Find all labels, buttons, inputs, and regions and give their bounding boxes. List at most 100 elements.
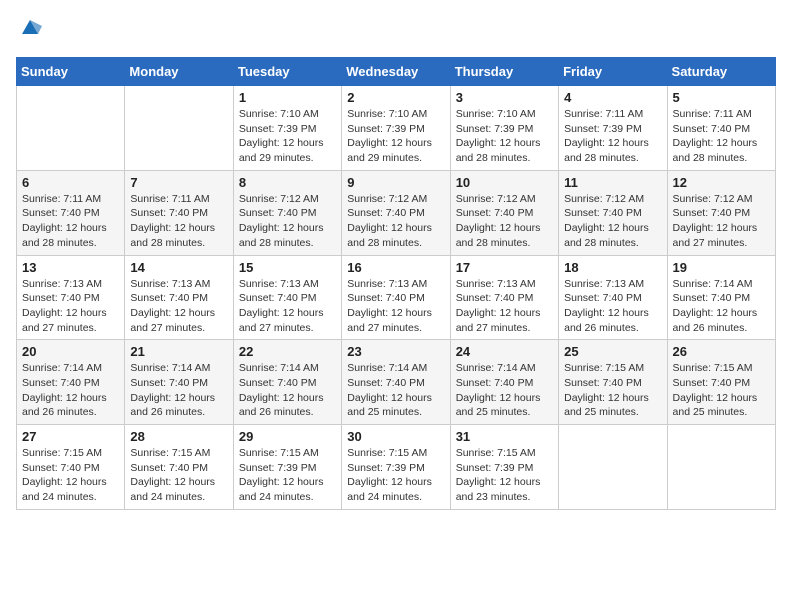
day-info: Sunrise: 7:14 AMSunset: 7:40 PMDaylight:… [456, 361, 553, 420]
calendar-day-cell: 7 Sunrise: 7:11 AMSunset: 7:40 PMDaylight… [125, 170, 233, 255]
calendar-day-cell: 24 Sunrise: 7:14 AMSunset: 7:40 PMDayligh… [450, 340, 558, 425]
day-number: 1 [239, 90, 336, 105]
day-info: Sunrise: 7:11 AMSunset: 7:40 PMDaylight:… [22, 192, 119, 251]
day-number: 25 [564, 344, 661, 359]
day-number: 4 [564, 90, 661, 105]
calendar-day-cell: 23 Sunrise: 7:14 AMSunset: 7:40 PMDayligh… [342, 340, 450, 425]
day-info: Sunrise: 7:12 AMSunset: 7:40 PMDaylight:… [347, 192, 444, 251]
calendar-day-cell: 21 Sunrise: 7:14 AMSunset: 7:40 PMDayligh… [125, 340, 233, 425]
logo-text [16, 16, 42, 45]
calendar-day-cell: 31 Sunrise: 7:15 AMSunset: 7:39 PMDayligh… [450, 425, 558, 510]
calendar-day-cell: 30 Sunrise: 7:15 AMSunset: 7:39 PMDayligh… [342, 425, 450, 510]
day-info: Sunrise: 7:13 AMSunset: 7:40 PMDaylight:… [347, 277, 444, 336]
day-number: 18 [564, 260, 661, 275]
calendar-day-cell: 17 Sunrise: 7:13 AMSunset: 7:40 PMDayligh… [450, 255, 558, 340]
calendar-day-cell [667, 425, 775, 510]
day-info: Sunrise: 7:15 AMSunset: 7:39 PMDaylight:… [239, 446, 336, 505]
calendar-day-cell [559, 425, 667, 510]
calendar-week-row: 20 Sunrise: 7:14 AMSunset: 7:40 PMDayligh… [17, 340, 776, 425]
day-info: Sunrise: 7:15 AMSunset: 7:40 PMDaylight:… [22, 446, 119, 505]
calendar-day-cell: 8 Sunrise: 7:12 AMSunset: 7:40 PMDaylight… [233, 170, 341, 255]
calendar-day-cell: 5 Sunrise: 7:11 AMSunset: 7:40 PMDaylight… [667, 86, 775, 171]
weekday-header: Sunday [17, 58, 125, 86]
day-info: Sunrise: 7:14 AMSunset: 7:40 PMDaylight:… [239, 361, 336, 420]
calendar-day-cell: 2 Sunrise: 7:10 AMSunset: 7:39 PMDaylight… [342, 86, 450, 171]
calendar-week-row: 27 Sunrise: 7:15 AMSunset: 7:40 PMDayligh… [17, 425, 776, 510]
day-info: Sunrise: 7:13 AMSunset: 7:40 PMDaylight:… [564, 277, 661, 336]
day-info: Sunrise: 7:10 AMSunset: 7:39 PMDaylight:… [347, 107, 444, 166]
calendar-day-cell: 16 Sunrise: 7:13 AMSunset: 7:40 PMDayligh… [342, 255, 450, 340]
day-number: 2 [347, 90, 444, 105]
weekday-header: Saturday [667, 58, 775, 86]
day-number: 5 [673, 90, 770, 105]
day-info: Sunrise: 7:14 AMSunset: 7:40 PMDaylight:… [22, 361, 119, 420]
day-info: Sunrise: 7:11 AMSunset: 7:40 PMDaylight:… [130, 192, 227, 251]
weekday-header: Wednesday [342, 58, 450, 86]
weekday-header: Tuesday [233, 58, 341, 86]
calendar-day-cell: 28Sunrise: 7:15 AMSunset: 7:40 PMDayligh… [125, 425, 233, 510]
calendar-header-row: SundayMondayTuesdayWednesdayThursdayFrid… [17, 58, 776, 86]
day-info: Sunrise: 7:12 AMSunset: 7:40 PMDaylight:… [564, 192, 661, 251]
day-number: 20 [22, 344, 119, 359]
calendar-day-cell: 18 Sunrise: 7:13 AMSunset: 7:40 PMDayligh… [559, 255, 667, 340]
calendar-table: SundayMondayTuesdayWednesdayThursdayFrid… [16, 57, 776, 510]
day-number: 31 [456, 429, 553, 444]
calendar-day-cell: 15 Sunrise: 7:13 AMSunset: 7:40 PMDayligh… [233, 255, 341, 340]
calendar-day-cell: 19 Sunrise: 7:14 AMSunset: 7:40 PMDayligh… [667, 255, 775, 340]
day-number: 3 [456, 90, 553, 105]
day-info: Sunrise: 7:15 AMSunset: 7:39 PMDaylight:… [347, 446, 444, 505]
calendar-day-cell: 11Sunrise: 7:12 AMSunset: 7:40 PMDayligh… [559, 170, 667, 255]
calendar-day-cell: 4 Sunrise: 7:11 AMSunset: 7:39 PMDaylight… [559, 86, 667, 171]
day-number: 26 [673, 344, 770, 359]
day-info: Sunrise: 7:12 AMSunset: 7:40 PMDaylight:… [239, 192, 336, 251]
day-info: Sunrise: 7:13 AMSunset: 7:40 PMDaylight:… [456, 277, 553, 336]
day-info: Sunrise: 7:15 AMSunset: 7:40 PMDaylight:… [673, 361, 770, 420]
logo-icon [18, 16, 42, 40]
day-number: 29 [239, 429, 336, 444]
day-number: 7 [130, 175, 227, 190]
weekday-header: Thursday [450, 58, 558, 86]
page-header [16, 16, 776, 45]
day-info: Sunrise: 7:13 AMSunset: 7:40 PMDaylight:… [130, 277, 227, 336]
day-info: Sunrise: 7:10 AMSunset: 7:39 PMDaylight:… [456, 107, 553, 166]
day-info: Sunrise: 7:14 AMSunset: 7:40 PMDaylight:… [673, 277, 770, 336]
calendar-day-cell: 10Sunrise: 7:12 AMSunset: 7:40 PMDayligh… [450, 170, 558, 255]
weekday-header: Monday [125, 58, 233, 86]
day-number: 8 [239, 175, 336, 190]
calendar-week-row: 6Sunrise: 7:11 AMSunset: 7:40 PMDaylight… [17, 170, 776, 255]
calendar-day-cell: 12 Sunrise: 7:12 AMSunset: 7:40 PMDayligh… [667, 170, 775, 255]
calendar-day-cell: 29 Sunrise: 7:15 AMSunset: 7:39 PMDayligh… [233, 425, 341, 510]
day-info: Sunrise: 7:14 AMSunset: 7:40 PMDaylight:… [347, 361, 444, 420]
calendar-day-cell: 1Sunrise: 7:10 AMSunset: 7:39 PMDaylight… [233, 86, 341, 171]
day-info: Sunrise: 7:15 AMSunset: 7:40 PMDaylight:… [130, 446, 227, 505]
day-info: Sunrise: 7:11 AMSunset: 7:39 PMDaylight:… [564, 107, 661, 166]
day-number: 27 [22, 429, 119, 444]
calendar-day-cell [17, 86, 125, 171]
day-number: 17 [456, 260, 553, 275]
day-number: 24 [456, 344, 553, 359]
day-info: Sunrise: 7:13 AMSunset: 7:40 PMDaylight:… [239, 277, 336, 336]
day-number: 16 [347, 260, 444, 275]
day-number: 19 [673, 260, 770, 275]
day-info: Sunrise: 7:12 AMSunset: 7:40 PMDaylight:… [456, 192, 553, 251]
day-number: 22 [239, 344, 336, 359]
day-number: 15 [239, 260, 336, 275]
day-info: Sunrise: 7:12 AMSunset: 7:40 PMDaylight:… [673, 192, 770, 251]
calendar-day-cell: 3 Sunrise: 7:10 AMSunset: 7:39 PMDaylight… [450, 86, 558, 171]
calendar-day-cell: 9Sunrise: 7:12 AMSunset: 7:40 PMDaylight… [342, 170, 450, 255]
calendar-day-cell [125, 86, 233, 171]
calendar-day-cell: 25 Sunrise: 7:15 AMSunset: 7:40 PMDayligh… [559, 340, 667, 425]
day-number: 21 [130, 344, 227, 359]
calendar-day-cell: 14Sunrise: 7:13 AMSunset: 7:40 PMDayligh… [125, 255, 233, 340]
day-number: 13 [22, 260, 119, 275]
day-info: Sunrise: 7:14 AMSunset: 7:40 PMDaylight:… [130, 361, 227, 420]
day-info: Sunrise: 7:15 AMSunset: 7:39 PMDaylight:… [456, 446, 553, 505]
day-number: 12 [673, 175, 770, 190]
day-number: 30 [347, 429, 444, 444]
day-info: Sunrise: 7:15 AMSunset: 7:40 PMDaylight:… [564, 361, 661, 420]
calendar-day-cell: 26 Sunrise: 7:15 AMSunset: 7:40 PMDayligh… [667, 340, 775, 425]
calendar-day-cell: 6Sunrise: 7:11 AMSunset: 7:40 PMDaylight… [17, 170, 125, 255]
calendar-day-cell: 27 Sunrise: 7:15 AMSunset: 7:40 PMDayligh… [17, 425, 125, 510]
day-info: Sunrise: 7:11 AMSunset: 7:40 PMDaylight:… [673, 107, 770, 166]
day-number: 23 [347, 344, 444, 359]
